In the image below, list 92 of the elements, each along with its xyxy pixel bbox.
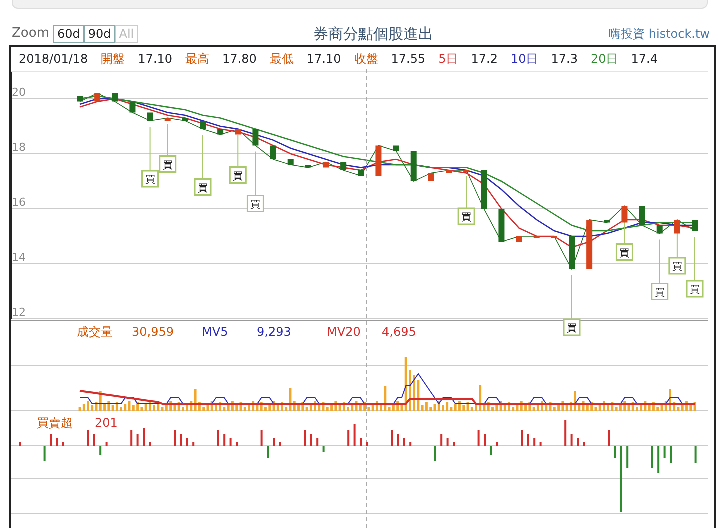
net-buy-sell-bar [310, 434, 312, 446]
candle [200, 121, 206, 130]
net-buy-sell-bar [93, 434, 96, 446]
net-buy-sell-bar [230, 438, 232, 446]
legend-value: 9,293 [257, 325, 292, 339]
net-buy-sell-bar [410, 442, 412, 446]
net-buy-sell-bar [106, 442, 108, 446]
net-buy-sell-bar [136, 434, 139, 446]
chart-title: 券商分點個股進出 [312, 24, 435, 45]
net-buy-sell-bar [620, 446, 622, 512]
legend-value: 201 [95, 416, 118, 430]
legend-label: 成交量 [77, 325, 113, 339]
candle [235, 129, 242, 135]
net-buy-sell-bar [521, 430, 524, 446]
field-value: 17.80 [222, 51, 257, 68]
net-buy-sell-bar [217, 430, 220, 446]
net-buy-sell-bar [348, 430, 350, 446]
net-buy-sell-bar [694, 446, 697, 463]
net-buy-sell-bar [316, 438, 319, 446]
axis-label: 12 [12, 306, 26, 319]
net-buy-sell-bar [44, 446, 46, 461]
field-label: 開盤 [101, 51, 126, 68]
date-text: 2018/01/18 [19, 51, 88, 68]
field-label: 最高 [186, 51, 210, 68]
candle [164, 118, 171, 121]
field-label: 10日 [510, 51, 538, 68]
field-value: 17.3 [551, 51, 578, 68]
net-buy-sell-bar [62, 442, 64, 446]
net-buy-sell-bar [564, 420, 567, 446]
net-buy-sell-bar [540, 442, 542, 446]
axis-label: 16 [12, 196, 26, 209]
net-buy-sell-bar [273, 438, 276, 446]
field-value: 17.10 [138, 51, 173, 68]
net-buy-sell-bar [527, 434, 530, 446]
net-buy-sell-bar [149, 442, 152, 446]
net-buy-sell-bar [56, 438, 58, 446]
net-buy-sell-bar [651, 446, 654, 468]
net-buy-sell-bar [534, 438, 536, 446]
axis-label: 18 [12, 141, 26, 154]
axis-label: 20 [12, 86, 26, 99]
candle [622, 206, 628, 223]
net-buy-sell-bar [100, 446, 102, 455]
net-buy-sell-bar [322, 446, 325, 452]
candle [147, 112, 154, 121]
net-buy-sell-bar [87, 430, 90, 446]
legend-value: 30,959 [132, 325, 174, 339]
net-buy-sell-bar [192, 442, 195, 446]
net-buy-sell-bar [614, 446, 616, 458]
net-buy-sell-bar [496, 442, 498, 446]
zoom-button[interactable]: 90d [84, 25, 116, 43]
net-buy-sell-bar [583, 442, 586, 446]
field-value: 17.10 [306, 51, 342, 68]
net-buy-sell-bar [224, 434, 226, 446]
net-buy-sell-bar [658, 446, 660, 473]
field-value: 17.4 [631, 51, 658, 68]
field-label: 20日 [590, 51, 618, 68]
net-buy-sell-bar [354, 424, 356, 446]
net-buy-sell-bar [130, 430, 133, 446]
net-buy-sell-bar [446, 438, 449, 446]
net-buy-sell-bar [478, 430, 480, 446]
field-value: 17.55 [391, 51, 426, 68]
source-link[interactable]: 嗨投資 histock.tw [609, 25, 710, 43]
net-buy-sell-bar [490, 446, 492, 455]
net-buy-sell-bar [279, 442, 282, 446]
net-buy-sell-bar [434, 446, 436, 461]
candle [569, 236, 575, 270]
candle [252, 129, 259, 146]
net-buy-sell-bar [397, 434, 400, 446]
zoom-label: Zoom [12, 25, 50, 44]
zoom-button[interactable]: 60d [53, 25, 84, 43]
net-buy-sell-bar [403, 438, 406, 446]
candle [692, 220, 698, 231]
net-buy-sell-bar [260, 430, 263, 446]
field-value: 17.2 [471, 51, 498, 68]
axis-label: 14 [12, 251, 26, 264]
legend-label: MV20 [327, 325, 361, 339]
net-buy-sell-bar [186, 438, 188, 446]
net-buy-sell-bar [440, 434, 443, 446]
net-buy-sell-bar [180, 434, 182, 446]
legend-label: 買賣超 [37, 416, 73, 430]
net-buy-sell-bar [570, 434, 573, 446]
field-label: 5日 [438, 51, 458, 68]
legend-label: MV5 [202, 325, 228, 339]
net-buy-sell-bar [366, 442, 368, 446]
candle [656, 226, 663, 234]
field-label: 最低 [270, 51, 294, 68]
legend-value: 4,695 [382, 325, 416, 339]
candle [674, 220, 680, 234]
field-label: 收盤 [354, 51, 378, 68]
net-buy-sell-bar [664, 446, 666, 458]
net-buy-sell-bar [304, 430, 306, 446]
net-buy-sell-bar [626, 446, 629, 468]
